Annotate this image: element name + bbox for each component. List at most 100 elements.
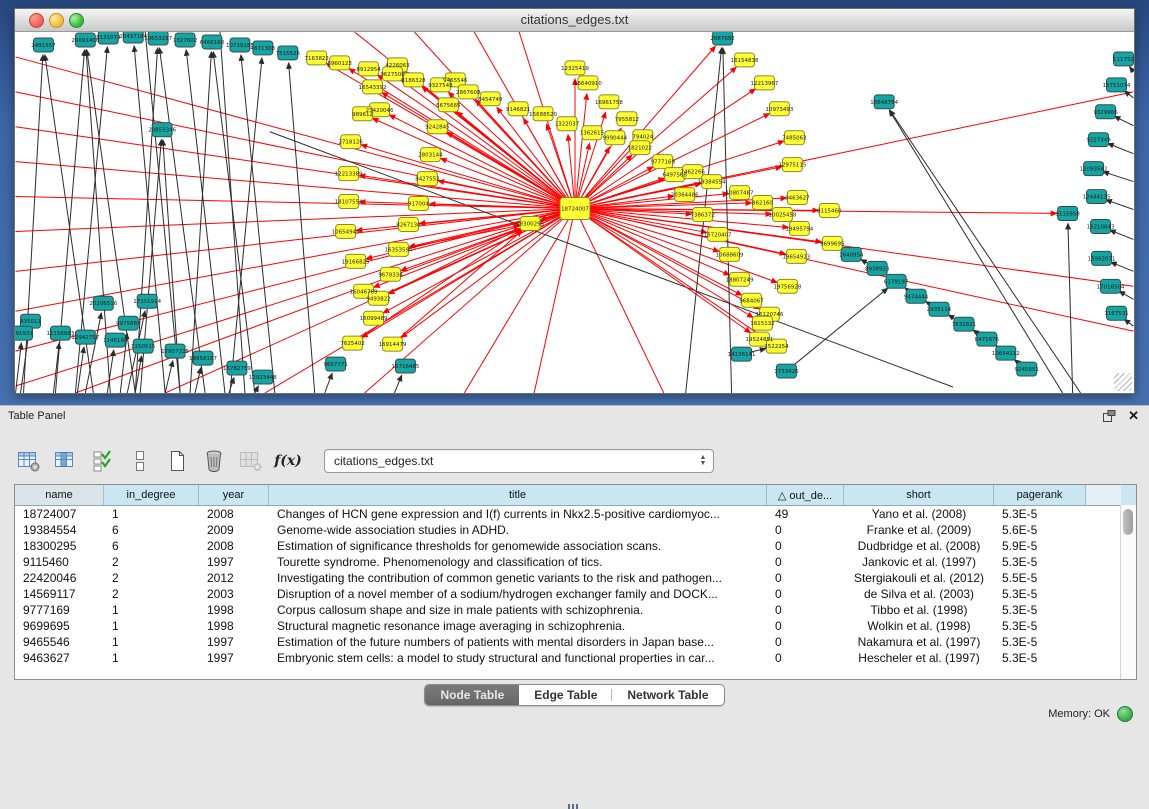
table-cell: 18300295 xyxy=(15,538,104,554)
delete-column-icon[interactable] xyxy=(201,448,227,474)
table-cell: 2008 xyxy=(199,506,269,522)
table-body: 1872400712008Changes of HCN gene express… xyxy=(15,506,1136,666)
graph-node-label: 19524851 xyxy=(746,337,774,343)
table-row[interactable]: 1938455462009Genome-wide association stu… xyxy=(15,522,1136,538)
table-row[interactable]: 977716911998Corpus callosum shape and si… xyxy=(15,602,1136,618)
scrollbar-thumb[interactable] xyxy=(1123,509,1133,535)
table-panel-title: Table Panel xyxy=(8,410,66,422)
table-row[interactable]: 1872400712008Changes of HCN gene express… xyxy=(15,506,1136,522)
network-window-title: citations_edges.txt xyxy=(15,12,1134,27)
graph-node-label: 2522254 xyxy=(764,344,789,350)
graph-node-label: 16154838 xyxy=(731,58,759,64)
table-panel: Table Panel ✕ f(x) citations_edges.txt ▲… xyxy=(0,405,1149,728)
column-header-short[interactable]: short xyxy=(844,485,994,505)
graph-node-label: 7163822 xyxy=(305,56,329,62)
graph-node-label: 5675685 xyxy=(436,103,460,109)
network-window[interactable]: citations_edges.txt 24915572069140681310… xyxy=(14,8,1135,394)
table-row[interactable]: 1830029562008Estimation of significance … xyxy=(15,538,1136,554)
table-row[interactable]: 969969511998Structural magnetic resonanc… xyxy=(15,618,1136,634)
graph-edge xyxy=(1103,172,1133,182)
table-toolbar: f(x) citations_edges.txt ▲▼ xyxy=(16,446,714,476)
float-window-icon[interactable] xyxy=(1103,410,1116,422)
graph-node-label: 9146821 xyxy=(506,107,530,113)
column-visibility-icon[interactable] xyxy=(53,448,79,474)
table-cell: 1 xyxy=(104,650,199,666)
graph-edge xyxy=(16,197,575,209)
delete-table-icon[interactable] xyxy=(238,448,264,474)
graph-node-label: 12923448 xyxy=(249,375,277,381)
graph-node-label: 19495794 xyxy=(785,226,813,232)
graph-edge xyxy=(441,158,575,208)
graph-node-label: 16099489 xyxy=(360,316,388,322)
vertical-scrollbar[interactable] xyxy=(1120,505,1136,679)
table-cell: Corpus callosum shape and size in male p… xyxy=(269,602,767,618)
graph-node-label: 12975115 xyxy=(778,163,806,169)
table-cell: Franke et al. (2009) xyxy=(844,522,994,538)
table-cell: 9463627 xyxy=(15,650,104,666)
table-mode-icon[interactable] xyxy=(16,448,42,474)
select-columns-icon[interactable] xyxy=(90,448,116,474)
clear-selection-icon[interactable] xyxy=(127,448,153,474)
resize-grip[interactable] xyxy=(1114,373,1132,391)
column-header-title[interactable]: title xyxy=(269,485,767,505)
column-header-pagerank[interactable]: pagerank xyxy=(994,485,1086,505)
table-row[interactable]: 946362711997Embryonic stem cells: a mode… xyxy=(15,650,1136,666)
graph-node-label: 15716485 xyxy=(392,364,420,370)
graph-node-label: 9327548 xyxy=(428,83,453,89)
tab-node-table[interactable]: Node Table xyxy=(425,685,519,705)
table-header-row: namein_degreeyeartitle△ out_de...shortpa… xyxy=(15,485,1136,506)
graph-edge xyxy=(890,110,1081,393)
graph-node-label: 9678334 xyxy=(378,272,403,278)
citation-network-graph[interactable]: 2491557206914068131074204371841065328713… xyxy=(15,32,1134,393)
graph-edge xyxy=(1114,116,1133,125)
graph-node-label: 20206516 xyxy=(89,301,117,307)
column-header-name[interactable]: name xyxy=(15,485,104,505)
table-cell: 5.3E-5 xyxy=(994,650,1086,666)
table-cell: 0 xyxy=(767,618,844,634)
network-canvas[interactable]: 2491557206914068131074204371841065328713… xyxy=(15,32,1134,393)
graph-node-label: 16914479 xyxy=(379,342,407,348)
table-cell: 2 xyxy=(104,586,199,602)
graph-node-label: 15992071 xyxy=(1088,256,1116,262)
graph-node-label: 10653287 xyxy=(144,36,172,42)
graph-node-label: 16543392 xyxy=(359,85,387,91)
graph-node-label: 15751074 xyxy=(1103,83,1131,89)
column-header-out_de[interactable]: △ out_de... xyxy=(767,485,844,505)
graph-node-label: 9245651 xyxy=(1015,367,1039,373)
table-cell: 1997 xyxy=(199,634,269,650)
table-cell: 1 xyxy=(104,506,199,522)
graph-node-label: 8427552 xyxy=(415,177,439,183)
table-row[interactable]: 2242004622012Investigating the contribut… xyxy=(15,570,1136,586)
table-row[interactable]: 1456911722003Disruption of a novel membe… xyxy=(15,586,1136,602)
graph-node-label: 7485063 xyxy=(782,136,807,142)
graph-node-label: 6466160 xyxy=(200,40,225,46)
column-header-in_degree[interactable]: in_degree xyxy=(104,485,199,505)
table-cell: 2003 xyxy=(199,586,269,602)
close-icon[interactable]: ✕ xyxy=(1128,409,1139,422)
table-cell: 5.3E-5 xyxy=(994,506,1086,522)
table-cell: 14569117 xyxy=(15,586,104,602)
function-builder-icon[interactable]: f(x) xyxy=(275,448,301,474)
column-header-year[interactable]: year xyxy=(199,485,269,505)
panel-divider-handle[interactable] xyxy=(568,804,582,809)
table-cell: Nakamura et al. (1997) xyxy=(844,634,994,650)
graph-node-label: 10688609 xyxy=(716,252,744,258)
table-cell: 1997 xyxy=(199,554,269,570)
graph-edge xyxy=(1124,319,1133,326)
table-row[interactable]: 946554611997Estimation of the future num… xyxy=(15,634,1136,650)
memory-status-indicator[interactable] xyxy=(1117,706,1133,722)
graph-node-label: 111752 xyxy=(1113,57,1134,63)
tab-network-table[interactable]: Network Table xyxy=(612,685,723,705)
table-cell: 1 xyxy=(104,602,199,618)
graph-node-label: 12213389 xyxy=(335,172,363,178)
table-cell: Stergiakouli et al. (2012) xyxy=(844,570,994,586)
table-cell: 5.9E-5 xyxy=(994,538,1086,554)
graph-node-label: 391931 xyxy=(15,331,33,337)
graph-node-label: 7632821 xyxy=(952,322,976,328)
network-window-titlebar[interactable]: citations_edges.txt xyxy=(15,9,1134,32)
table-row[interactable]: 911546021997Tourette syndrome. Phenomeno… xyxy=(15,554,1136,570)
table-selector-dropdown[interactable]: citations_edges.txt ▲▼ xyxy=(324,449,714,473)
new-column-icon[interactable] xyxy=(164,448,190,474)
graph-node-label: 1167531 xyxy=(1104,311,1128,317)
tab-edge-table[interactable]: Edge Table xyxy=(519,685,612,705)
